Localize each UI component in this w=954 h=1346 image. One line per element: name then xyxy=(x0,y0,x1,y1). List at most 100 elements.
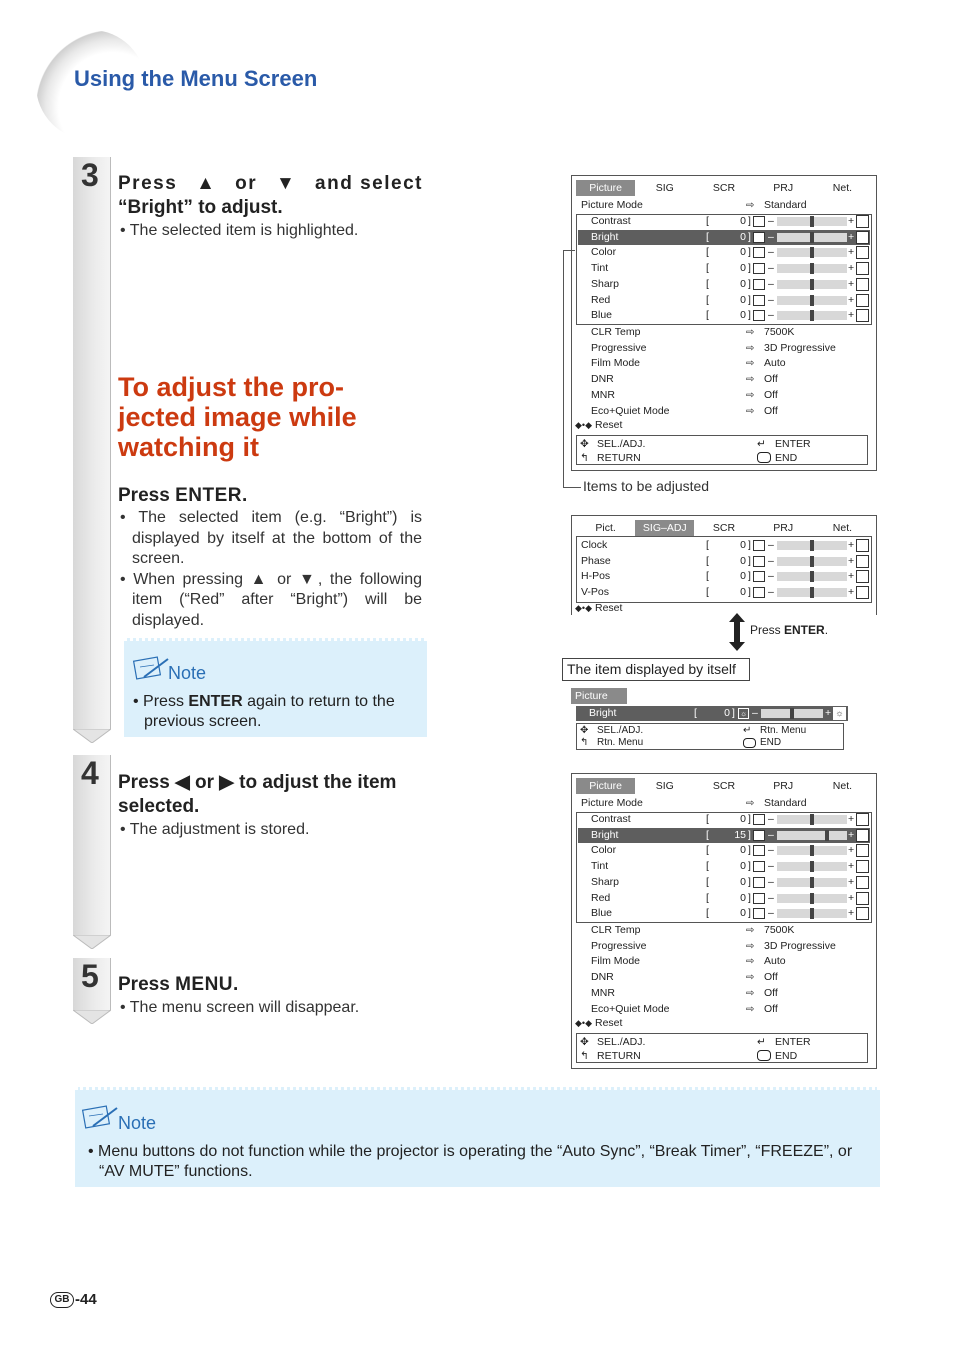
page-number-text: -44 xyxy=(75,1291,97,1308)
tab-sig[interactable]: SIG xyxy=(635,180,694,196)
adjust-slider[interactable] xyxy=(777,216,847,227)
menu-row-blue[interactable]: Blue [0] – + xyxy=(578,308,870,323)
setting-value: Off xyxy=(764,986,778,999)
tab-picture[interactable]: Picture xyxy=(576,180,636,196)
heading-text: “Bright” to adjust. xyxy=(118,197,283,218)
row-label: Sharp xyxy=(591,277,620,290)
menu-row-red[interactable]: Red [0] – + xyxy=(578,891,870,906)
row-value: 0 xyxy=(740,246,746,259)
adjust-slider[interactable] xyxy=(777,231,847,243)
menu-setting-row[interactable]: Film Mode ⇨ Auto xyxy=(578,356,870,371)
return-icon: ↰ xyxy=(580,737,589,748)
slider-knob[interactable] xyxy=(825,829,829,841)
adjust-slider[interactable] xyxy=(777,908,847,920)
adjust-slider[interactable] xyxy=(777,247,847,259)
menu-setting-row[interactable]: DNR ⇨ Off xyxy=(578,970,870,985)
slider-knob[interactable] xyxy=(810,231,814,243)
arrow-right-icon: ⇨ xyxy=(746,798,755,809)
menu-row-tint[interactable]: Tint [0] – + xyxy=(578,859,870,874)
menu-row-red[interactable]: Red [0] – + xyxy=(578,293,870,308)
tab-prj[interactable]: PRJ xyxy=(754,778,813,794)
adjust-slider[interactable] xyxy=(777,278,847,290)
tab-net[interactable]: Net. xyxy=(813,520,872,536)
page-number: GB -44 xyxy=(50,1291,97,1308)
adjust-slider[interactable] xyxy=(777,263,847,275)
slider-knob[interactable] xyxy=(790,708,794,719)
tab-picture[interactable]: Picture xyxy=(576,778,636,794)
adjust-slider[interactable] xyxy=(777,876,847,888)
tab-sig[interactable]: SIG xyxy=(635,778,694,794)
tab-sigadj[interactable]: SIG–ADJ xyxy=(635,520,695,536)
bracket-close: ] xyxy=(748,215,751,227)
bracket-close: ] xyxy=(748,860,751,873)
menu-setting-row[interactable]: Progressive ⇨ 3D Progressive xyxy=(578,939,870,954)
menu-setting-row[interactable]: Eco+Quiet Mode ⇨ Off xyxy=(578,404,870,419)
menu-row-bright[interactable]: Bright [15] – + xyxy=(578,827,870,843)
tab-pict[interactable]: Pict. xyxy=(576,520,635,536)
menu-row-sharp[interactable]: Sharp [0] – + xyxy=(578,875,870,890)
tab-net[interactable]: Net. xyxy=(813,778,872,794)
slider-knob[interactable] xyxy=(810,263,814,275)
menu-setting-row[interactable]: DNR ⇨ Off xyxy=(578,372,870,387)
adjust-slider[interactable] xyxy=(777,814,847,825)
bullet-text: • The selected item (e.g. “Bright”) is d… xyxy=(120,509,423,567)
slider-knob[interactable] xyxy=(810,876,814,888)
reset-row[interactable]: ◆•◆ Reset xyxy=(575,601,870,616)
adjust-slider[interactable] xyxy=(777,294,847,306)
menu-row-contrast[interactable]: Contrast [0] – + xyxy=(578,214,870,229)
row-label: Red xyxy=(591,891,611,904)
tab-scr[interactable]: SCR xyxy=(694,778,753,794)
slider-knob[interactable] xyxy=(810,814,814,825)
bracket-close: ] xyxy=(748,246,751,259)
slider-knob[interactable] xyxy=(810,247,814,259)
tint-icon-small xyxy=(753,263,765,275)
slider-knob[interactable] xyxy=(810,892,814,904)
menu-setting-row[interactable]: CLR Temp ⇨ 7500K xyxy=(578,325,870,340)
slider-knob[interactable] xyxy=(810,294,814,306)
menu-setting-row[interactable]: MNR ⇨ Off xyxy=(578,986,870,1001)
bright-slider[interactable] xyxy=(761,708,823,719)
tab-scr[interactable]: SCR xyxy=(694,180,753,196)
step-5-bullet: • The menu screen will disappear. xyxy=(120,998,430,1019)
step-number: 5 xyxy=(81,958,99,994)
tab-net[interactable]: Net. xyxy=(813,180,872,196)
footer-label: END xyxy=(775,1050,798,1062)
menu-row-contrast[interactable]: Contrast [0] – + xyxy=(578,812,870,827)
menu-row-sharp[interactable]: Sharp [0] – + xyxy=(578,277,870,292)
adjust-slider[interactable] xyxy=(777,892,847,904)
slider-knob[interactable] xyxy=(810,278,814,290)
menu-row-tint[interactable]: Tint [0] – + xyxy=(578,261,870,276)
menu-row-blue[interactable]: Blue [0] – + xyxy=(578,906,870,921)
picture-mode-row[interactable]: Picture Mode ⇨ Standard xyxy=(578,796,870,811)
row-label: Color xyxy=(591,844,617,857)
reset-row[interactable]: ◆•◆ Reset xyxy=(575,1016,870,1031)
menu-footer: ✥ SEL./ADJ. ↰ RETURN ↵ ENTER END xyxy=(576,1033,868,1063)
slider-knob[interactable] xyxy=(810,908,814,920)
menu-setting-row[interactable]: Film Mode ⇨ Auto xyxy=(578,954,870,969)
tab-prj[interactable]: PRJ xyxy=(754,180,813,196)
adjust-slider[interactable] xyxy=(777,861,847,873)
slider-knob[interactable] xyxy=(810,845,814,857)
reset-row[interactable]: ◆•◆ Reset xyxy=(575,418,870,433)
menu-setting-row[interactable]: MNR ⇨ Off xyxy=(578,388,870,403)
row-label: DNR xyxy=(591,373,614,386)
bracket-close: ] xyxy=(748,875,751,888)
menu-setting-row[interactable]: Eco+Quiet Mode ⇨ Off xyxy=(578,1002,870,1017)
slider-knob[interactable] xyxy=(810,861,814,873)
adjust-slider[interactable] xyxy=(777,310,847,322)
slider-knob[interactable] xyxy=(810,216,814,227)
menu-row-color[interactable]: Color [0] – + xyxy=(578,843,870,858)
menu-setting-row[interactable]: CLR Temp ⇨ 7500K xyxy=(578,923,870,938)
adjust-slider[interactable] xyxy=(777,845,847,857)
plus-sign: + xyxy=(848,891,855,904)
press-label: Press xyxy=(118,485,170,506)
menu-row-color[interactable]: Color [0] – + xyxy=(578,245,870,260)
tab-prj[interactable]: PRJ xyxy=(754,520,813,536)
tab-scr[interactable]: SCR xyxy=(694,520,753,536)
adjust-slider[interactable] xyxy=(777,829,847,841)
menu-setting-row[interactable]: Progressive ⇨ 3D Progressive xyxy=(578,341,870,356)
menu-row-bright[interactable]: Bright [0] – + xyxy=(578,229,870,245)
slider-knob[interactable] xyxy=(810,310,814,322)
picture-mode-row[interactable]: Picture Mode ⇨ Standard xyxy=(578,198,870,213)
minus-sign: – xyxy=(768,293,774,306)
